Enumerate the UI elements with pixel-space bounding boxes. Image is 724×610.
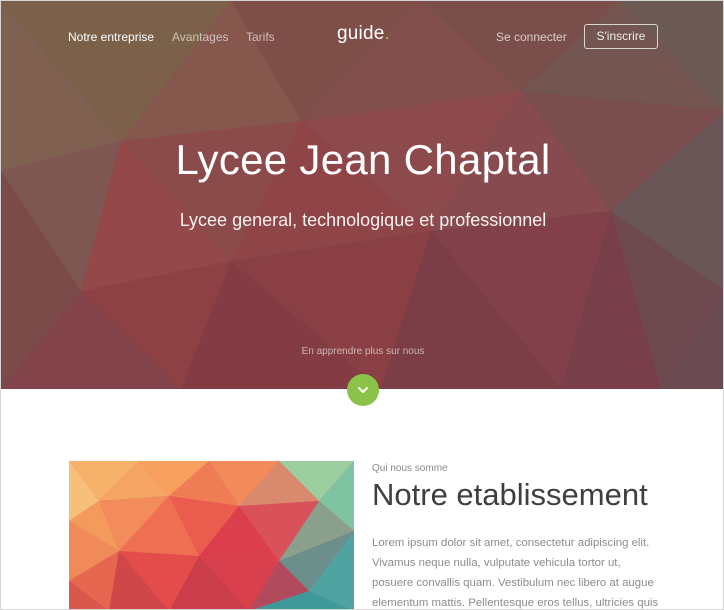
learn-more-text[interactable]: En apprendre plus sur nous — [1, 346, 723, 357]
section-body-text: Lorem ipsum dolor sit amet, consectetur … — [372, 537, 659, 609]
nav-link-pricing[interactable]: Tarifs — [246, 30, 275, 44]
hero-subtitle: Lycee general, technologique et professi… — [179, 210, 547, 230]
page: Notre entreprise Avantages Tarifs guide.… — [0, 0, 724, 610]
colorful-polygon-art — [69, 461, 354, 609]
login-link[interactable]: Se connecter — [496, 30, 567, 44]
feature-image — [69, 461, 354, 609]
brand-logo-dot: . — [384, 23, 390, 44]
section-title: Notre etablissement — [372, 477, 648, 512]
signup-button[interactable]: S'inscrire — [584, 24, 658, 49]
chevron-down-icon — [358, 387, 368, 393]
hero-section: Notre entreprise Avantages Tarifs guide.… — [1, 1, 723, 389]
hero-title: Lycee Jean Chaptal — [175, 136, 551, 183]
nav-link-advantages[interactable]: Avantages — [172, 30, 229, 44]
section-eyebrow: Qui nous somme — [372, 463, 448, 474]
hero-background-pattern — [1, 1, 723, 389]
brand-logo[interactable]: guide. — [337, 23, 390, 45]
scroll-down-button[interactable] — [347, 374, 379, 406]
brand-logo-text: guide — [337, 23, 385, 44]
nav-link-company[interactable]: Notre entreprise — [68, 30, 154, 44]
